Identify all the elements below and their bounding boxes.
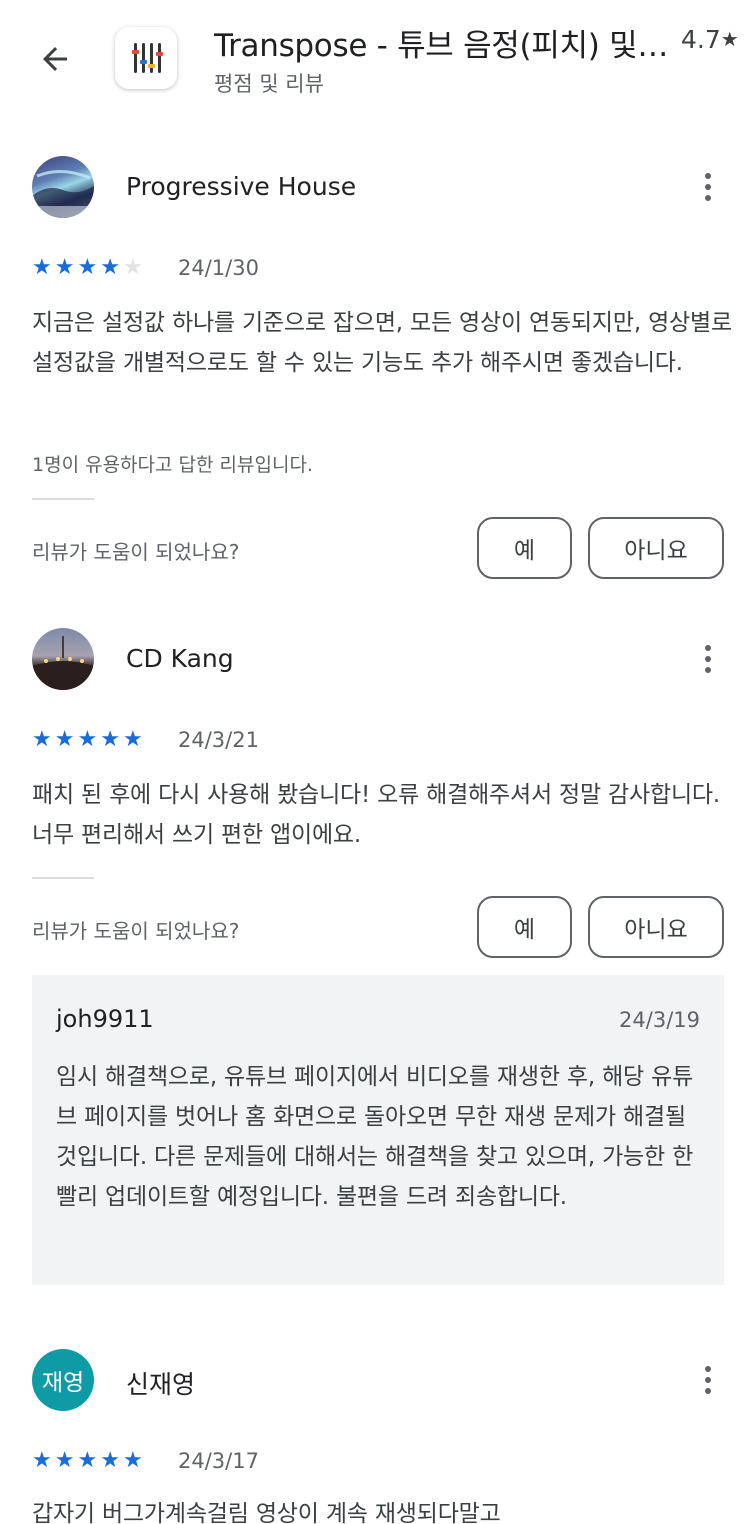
helpful-no-button[interactable]: 아니요 [588, 517, 724, 579]
more-options-button[interactable] [693, 639, 723, 679]
app-rating: 4.7★ [681, 25, 739, 54]
more-options-button[interactable] [693, 167, 723, 207]
star-filled-icon: ★ [122, 727, 143, 752]
divider [32, 877, 94, 879]
star-filled-icon: ★ [54, 255, 75, 280]
review-date: 24/3/17 [178, 1449, 259, 1473]
star-filled-icon: ★ [100, 1448, 120, 1473]
arrow-back-icon [43, 47, 67, 71]
equalizer-icon [132, 43, 163, 73]
helpful-count: 1명이 유용하다고 답한 리뷰입니다. [32, 454, 313, 476]
star-filled-icon: ★ [77, 727, 98, 752]
helpful-yes-button[interactable]: 예 [477, 517, 572, 579]
developer-reply: joh9911 24/3/19 임시 해결책으로, 유튜브 페이지에서 비디오를… [32, 975, 724, 1285]
rating-star-icon: ★ [720, 27, 739, 51]
review-text: 패치 된 후에 다시 사용해 봤습니다! 오류 해결해주셔서 정말 감사합니다.… [32, 782, 720, 848]
review-text: 지금은 설정값 하나를 기준으로 잡으면, 모든 영상이 연동되지만, 영상별로… [32, 310, 732, 376]
reviewer-name: CD Kang [126, 644, 234, 673]
star-rating: ★ ★ ★ ★ ★ [32, 1449, 143, 1473]
star-empty-icon: ★ [122, 255, 143, 280]
app-header: Transpose - 튜브 음정(피치) 및 ... 평점 및 리뷰 4.7★ [0, 0, 756, 110]
star-filled-icon: ★ [54, 1448, 75, 1473]
star-rating: ★ ★ ★ ★ ★ [32, 728, 143, 752]
avatar-image [32, 636, 94, 690]
avatar: 재영 [32, 1349, 94, 1411]
more-options-button[interactable] [693, 1360, 723, 1400]
avatar [32, 628, 94, 690]
helpful-no-button[interactable]: 아니요 [588, 896, 724, 958]
reviewer-name: 신재영 [126, 1370, 196, 1399]
review-date: 24/3/21 [178, 728, 259, 752]
back-button[interactable] [30, 34, 80, 84]
developer-reply-text: 임시 해결책으로, 유튜브 페이지에서 비디오를 재생한 후, 해당 유튜브 페… [56, 1064, 694, 1210]
star-filled-icon: ★ [54, 727, 75, 752]
review-text: 갑자기 버그가계속걸림 영상이 계속 재생되다말고 [32, 1501, 501, 1524]
app-title: Transpose - 튜브 음정(피치) 및 ... [214, 28, 669, 64]
review-date: 24/1/30 [178, 256, 259, 280]
avatar [32, 156, 94, 218]
star-filled-icon: ★ [77, 255, 98, 280]
avatar-image [32, 170, 94, 218]
reviewer-name: Progressive House [126, 172, 357, 201]
helpful-question: 리뷰가 도움이 되었나요? [32, 540, 240, 564]
app-icon [115, 27, 177, 89]
helpful-question: 리뷰가 도움이 되었나요? [32, 919, 240, 943]
star-filled-icon: ★ [100, 727, 120, 752]
page-subtitle: 평점 및 리뷰 [214, 72, 324, 96]
developer-reply-date: 24/3/19 [619, 1008, 700, 1032]
star-filled-icon: ★ [122, 1448, 143, 1473]
divider [32, 498, 94, 500]
app-rating-value: 4.7 [681, 25, 721, 54]
developer-name: joh9911 [56, 1005, 154, 1033]
helpful-yes-button[interactable]: 예 [477, 896, 572, 958]
star-filled-icon: ★ [32, 255, 52, 280]
star-filled-icon: ★ [32, 727, 52, 752]
star-filled-icon: ★ [32, 1448, 52, 1473]
star-rating: ★ ★ ★ ★ ★ [32, 256, 143, 280]
star-filled-icon: ★ [100, 255, 120, 280]
star-filled-icon: ★ [77, 1448, 98, 1473]
